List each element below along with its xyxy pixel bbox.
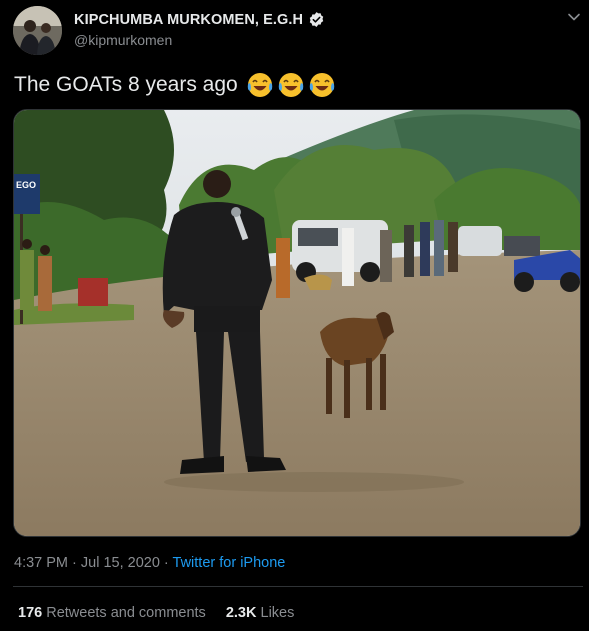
meta-separator-2: · [159, 555, 173, 571]
likes-stat[interactable]: 2.3K Likes [226, 605, 295, 621]
face-with-tears-of-joy-icon [278, 73, 303, 97]
face-with-tears-of-joy-icon [247, 73, 272, 97]
verified-badge-icon [309, 12, 324, 27]
tweet-stats: 176 Retweets and comments 2.3K Likes [18, 605, 294, 621]
divider [13, 586, 583, 587]
avatar-photo [13, 6, 62, 55]
tweet-date[interactable]: Jul 15, 2020 [81, 555, 160, 571]
chevron-down-icon[interactable] [566, 9, 582, 25]
likes-count: 2.3K [225, 605, 257, 621]
author-name-row[interactable]: KIPCHUMBA MURKOMEN, E.G.H [74, 11, 325, 28]
retweets-count: 176 [18, 605, 43, 621]
tweet-time[interactable]: 4:37 PM [14, 555, 68, 571]
tweet-text: The GOATs 8 years ago [14, 73, 238, 96]
tweet-photo[interactable]: EGO [13, 109, 581, 537]
avatar[interactable] [13, 6, 62, 55]
author-handle[interactable]: @kipmurkomen [74, 32, 172, 48]
photo-sign-text: EGO [16, 180, 36, 190]
likes-label: Likes [260, 605, 295, 621]
retweets-stat[interactable]: 176 Retweets and comments [18, 605, 206, 621]
tweet-source-link[interactable]: Twitter for iPhone [173, 555, 286, 571]
face-with-tears-of-joy-icon [309, 73, 334, 97]
author-display-name[interactable]: KIPCHUMBA MURKOMEN, E.G.H [74, 12, 303, 28]
tweet-text-row: The GOATs 8 years ago [14, 71, 336, 99]
meta-separator-1: · [68, 555, 81, 571]
emoji-group [246, 71, 336, 99]
tweet-meta: 4:37 PM · Jul 15, 2020 · Twitter for iPh… [14, 555, 285, 571]
photo-scene: EGO [14, 110, 580, 536]
retweets-label: Retweets and comments [46, 605, 206, 621]
